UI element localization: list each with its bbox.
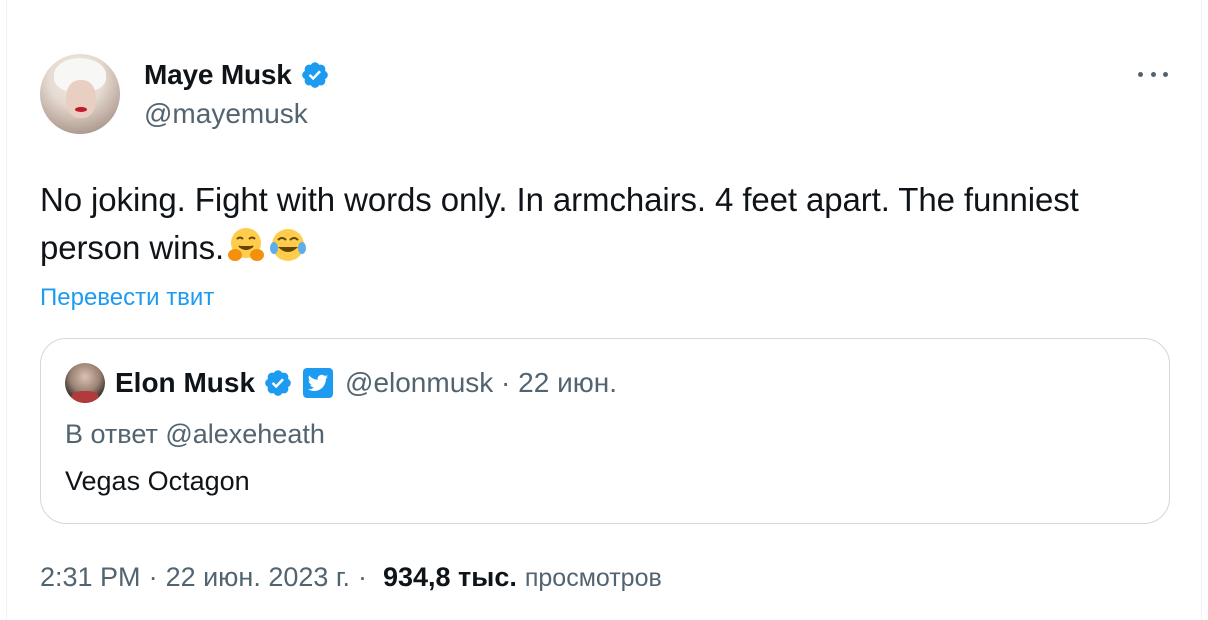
tweet-date[interactable]: 22 июн. 2023 г. xyxy=(166,562,350,593)
verified-badge-icon[interactable] xyxy=(300,60,330,90)
quoted-author-avatar xyxy=(65,363,105,403)
views-count[interactable]: 934,8 тыс. xyxy=(383,562,517,593)
avatar-face xyxy=(66,80,96,118)
quoted-tweet-card[interactable]: Elon Musk @elonmusk · 22 июн. В ответ @a… xyxy=(40,338,1170,524)
tweet: Maye Musk @mayemusk No joking. Fight wit… xyxy=(40,54,1170,593)
author-names: Maye Musk @mayemusk xyxy=(144,58,330,130)
author-handle[interactable]: @mayemusk xyxy=(144,98,330,130)
tweet-footer-meta: 2:31 PM · 22 июн. 2023 г. · 934,8 тыс. п… xyxy=(40,562,1170,593)
author-display-name[interactable]: Maye Musk xyxy=(144,59,292,91)
quoted-reply-to: В ответ @alexeheath xyxy=(65,419,325,449)
separator-dot: · xyxy=(148,562,158,592)
tears-of-joy-emoji-icon xyxy=(270,229,307,261)
display-name-row: Maye Musk xyxy=(144,58,330,92)
avatar-lips xyxy=(75,107,87,112)
author-avatar[interactable] xyxy=(40,54,120,134)
quoted-tweet-date: 22 июн. xyxy=(518,367,617,398)
twitter-affiliate-badge-icon xyxy=(303,368,334,398)
tweet-text-content: No joking. Fight with words only. In arm… xyxy=(40,181,1079,266)
tweet-text: No joking. Fight with words only. In arm… xyxy=(40,176,1170,272)
verified-badge-icon xyxy=(265,370,291,396)
views-label: просмотров xyxy=(524,564,662,592)
avatar-shirt xyxy=(71,391,99,403)
quoted-author-name: Elon Musk xyxy=(115,367,256,398)
quoted-handle-date: @elonmusk · 22 июн. xyxy=(345,367,617,398)
tweet-time[interactable]: 2:31 PM xyxy=(40,562,141,593)
twitter-bird-icon xyxy=(307,374,329,391)
more-options-icon[interactable] xyxy=(1138,64,1168,84)
separator-dot: · xyxy=(357,562,367,592)
more-dot xyxy=(1138,71,1143,77)
translate-tweet-link[interactable]: Перевести твит xyxy=(40,284,214,312)
more-dot xyxy=(1150,71,1156,77)
more-dot xyxy=(1163,71,1168,77)
hugging-face-emoji-icon xyxy=(228,228,265,261)
quoted-author-handle: @elonmusk xyxy=(345,367,494,398)
quoted-tweet-header: Elon Musk @elonmusk · 22 июн. xyxy=(65,359,1145,407)
quoted-tweet-text: Vegas Octagon xyxy=(65,466,250,496)
tweet-header: Maye Musk @mayemusk xyxy=(40,54,1170,134)
